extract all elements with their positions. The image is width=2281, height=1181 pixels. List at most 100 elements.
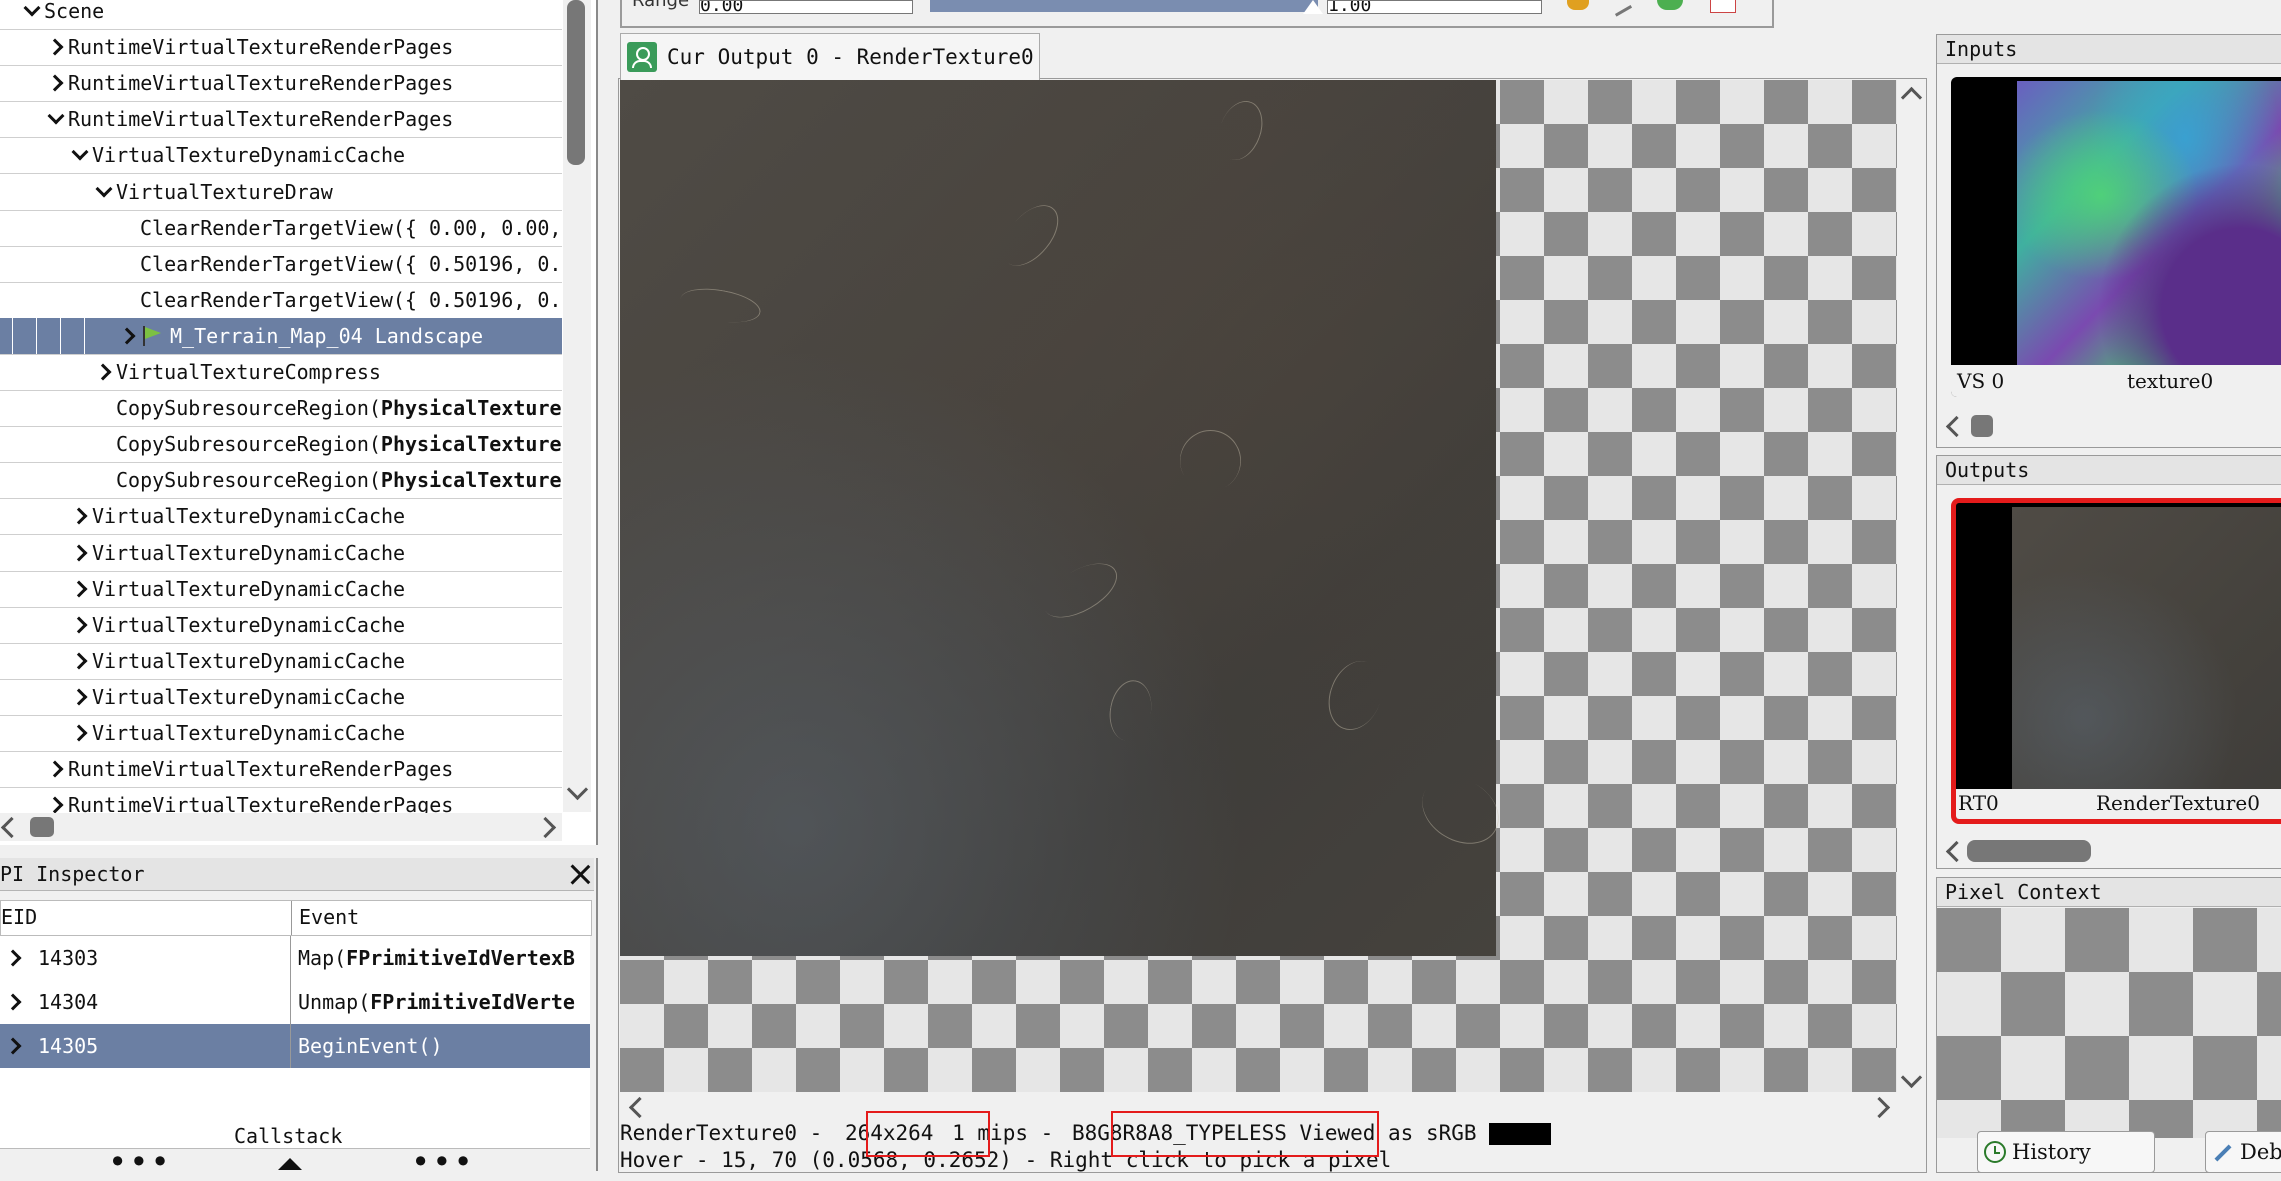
tree-row[interactable]: VirtualTextureDynamicCache: [0, 498, 562, 536]
range-label: Range: [632, 0, 690, 11]
tree-row[interactable]: RuntimeVirtualTextureRenderPages: [0, 101, 562, 139]
chevron-right-icon[interactable]: [2, 1034, 26, 1058]
range-max-input[interactable]: 1.00: [1327, 0, 1542, 14]
chevron-right-icon[interactable]: [44, 757, 68, 781]
chevron-right-icon[interactable]: [68, 685, 92, 709]
api-event-row[interactable]: 14305 BeginEvent(): [0, 1024, 590, 1069]
tree-row[interactable]: RuntimeVirtualTextureRenderPages: [0, 29, 562, 67]
range-max-value: 1.00: [1328, 0, 1372, 14]
tree-row[interactable]: VirtualTextureDynamicCache: [0, 607, 562, 644]
history-icon: [1984, 1141, 2006, 1163]
texture-canvas[interactable]: [620, 80, 1897, 1092]
tree-row[interactable]: VirtualTextureDynamicCache: [0, 137, 562, 175]
chevron-down-icon[interactable]: [68, 143, 92, 167]
history-button[interactable]: History: [1977, 1131, 2155, 1173]
chevron-down-icon[interactable]: [92, 180, 116, 204]
chevron-right-icon[interactable]: [116, 324, 140, 348]
tree-row[interactable]: M_Terrain_Map_04 Landscape: [0, 317, 562, 355]
tree-row-label: RuntimeVirtualTextureRenderPages: [68, 757, 454, 782]
tree-row[interactable]: ClearRenderTargetView({ 0.50196, 0.: [0, 246, 562, 283]
tree-row-label: M_Terrain_Map_04 Landscape: [170, 323, 484, 348]
debug-button[interactable]: Deb: [2205, 1131, 2281, 1173]
tree-row[interactable]: Scene: [0, 0, 562, 30]
chevron-right-icon[interactable]: [44, 71, 68, 95]
tree-row[interactable]: CopySubresourceRegion(PhysicalTexture: [0, 390, 562, 428]
outputs-scroll-left-icon[interactable]: [1945, 840, 1968, 863]
chevron-right-icon[interactable]: [68, 504, 92, 528]
scroll-down-arrow-icon[interactable]: [566, 778, 589, 801]
callstack-label[interactable]: Callstack: [234, 1124, 342, 1148]
tree-scroll-thumb[interactable]: [567, 0, 585, 165]
tree-row[interactable]: VirtualTextureDynamicCache: [0, 715, 562, 752]
chevron-right-icon[interactable]: [68, 649, 92, 673]
callstack-left-splitter-dots[interactable]: •••: [108, 1146, 172, 1178]
tree-row[interactable]: VirtualTextureDynamicCache: [0, 535, 562, 572]
render-texture-image[interactable]: [620, 80, 1511, 956]
tree-row[interactable]: RuntimeVirtualTextureRenderPages: [0, 65, 562, 103]
event-browser-panel: Scene RuntimeVirtualTextureRenderPages Run…: [0, 0, 598, 845]
chevron-down-icon[interactable]: [20, 0, 44, 23]
marker-flag-icon: [140, 325, 162, 347]
api-inspector-panel: PI Inspector EID Event 14303 Map(FPrimiti…: [0, 858, 598, 1178]
tree-row-bold-arg: PhysicalTexture: [380, 468, 562, 493]
tree-row[interactable]: VirtualTextureDraw: [0, 174, 562, 211]
range-slider[interactable]: [930, 0, 1318, 12]
chevron-right-icon[interactable]: [68, 541, 92, 565]
scroll-left-arrow-icon[interactable]: [0, 816, 23, 839]
tree-row[interactable]: ClearRenderTargetView({ 0.00, 0.00,: [0, 210, 562, 247]
tree-row-label: CopySubresourceRegion(: [116, 396, 381, 421]
texture-toolbar: Range 0.00 1.00: [620, 0, 1774, 28]
tree-row[interactable]: VirtualTextureDynamicCache: [0, 643, 562, 680]
chevron-down-icon[interactable]: [44, 107, 68, 131]
tree-row[interactable]: CopySubresourceRegion(PhysicalTexture: [0, 426, 562, 464]
tree-row[interactable]: CopySubresourceRegion(PhysicalTexture: [0, 462, 562, 500]
tree-hscroll-thumb[interactable]: [30, 817, 54, 837]
inputs-scroll-thumb[interactable]: [1971, 415, 1993, 437]
chevron-right-icon[interactable]: [68, 613, 92, 637]
tree-row[interactable]: ClearRenderTargetView({ 0.50196, 0.: [0, 282, 562, 319]
output-texture-name: RenderTexture0: [2096, 791, 2260, 815]
output-texture-thumbnail[interactable]: RT0 RenderTexture0: [1951, 498, 2281, 824]
input-texture-name: texture0: [2127, 369, 2214, 393]
output-texture-preview: [2012, 507, 2281, 789]
chevron-right-icon[interactable]: [44, 35, 68, 59]
close-icon[interactable]: [569, 863, 591, 885]
outputs-scroll-thumb[interactable]: [1967, 840, 2091, 862]
tree-row-label: ClearRenderTargetView({ 0.50196, 0.: [140, 287, 562, 312]
magnify-icon[interactable]: [1567, 0, 1589, 10]
tab-title: Cur Output 0 - RenderTexture0: [667, 45, 1034, 69]
column-header-eid[interactable]: EID: [1, 905, 37, 929]
tree-horizontal-scrollbar[interactable]: [0, 813, 562, 841]
expand-up-triangle-icon[interactable]: [278, 1158, 302, 1170]
inputs-scroll-left-icon[interactable]: [1945, 415, 1968, 438]
tree-row[interactable]: VirtualTextureCompress: [0, 354, 562, 391]
tree-row-label: RuntimeVirtualTextureRenderPages: [68, 35, 454, 60]
save-icon[interactable]: [1710, 0, 1736, 13]
callstack-right-splitter-dots[interactable]: •••: [411, 1146, 475, 1178]
column-header-event[interactable]: Event: [299, 905, 359, 929]
tree-row-label: VirtualTextureDraw: [116, 179, 333, 204]
input-texture-thumbnail[interactable]: VS 0 texture0: [1951, 77, 2281, 397]
tab-cur-output[interactable]: Cur Output 0 - RenderTexture0: [620, 33, 1040, 80]
chevron-right-icon[interactable]: [68, 577, 92, 601]
api-event-row[interactable]: 14303 Map(FPrimitiveIdVertexB: [0, 936, 590, 981]
chevron-right-icon[interactable]: [2, 946, 26, 970]
chevron-right-icon[interactable]: [68, 721, 92, 745]
range-slider-handle[interactable]: [1303, 0, 1323, 14]
tree-row[interactable]: RuntimeVirtualTextureRenderPages: [0, 751, 562, 789]
picker-icon[interactable]: [1609, 0, 1633, 17]
tree-row-label: ClearRenderTargetView({ 0.00, 0.00,: [140, 215, 562, 240]
api-event-bold-arg: FPrimitiveIdVertexB: [346, 946, 575, 970]
tree-vertical-scrollbar[interactable]: [563, 0, 591, 812]
api-header-row: EID Event: [0, 900, 592, 936]
input-slot-label: VS 0: [1957, 369, 2005, 393]
chevron-right-icon[interactable]: [2, 990, 26, 1014]
tree-row[interactable]: VirtualTextureDynamicCache: [0, 571, 562, 608]
range-min-input[interactable]: 0.00: [699, 0, 913, 14]
scroll-right-arrow-icon[interactable]: [534, 816, 557, 839]
chevron-right-icon[interactable]: [92, 360, 116, 384]
comment-icon[interactable]: [1657, 0, 1683, 10]
tree-row[interactable]: VirtualTextureDynamicCache: [0, 679, 562, 716]
pixel-context-checkerboard[interactable]: [1937, 908, 2281, 1138]
api-event-row[interactable]: 14304 Unmap(FPrimitiveIdVerte: [0, 980, 590, 1025]
